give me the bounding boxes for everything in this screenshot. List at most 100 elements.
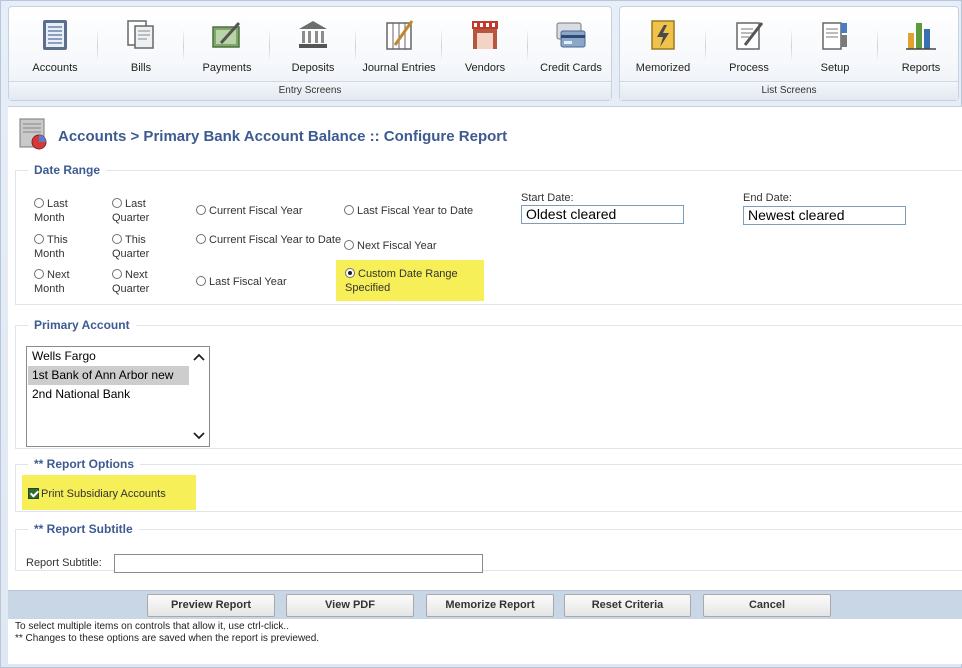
- entry-screens-toolbar: Accounts Bills Payments Deposits Journal…: [8, 6, 612, 101]
- chevron-down-icon[interactable]: [192, 428, 206, 442]
- toolbar-accounts-label: Accounts: [32, 62, 78, 74]
- process-icon: [736, 22, 764, 50]
- toolbar-bills-label: Bills: [130, 62, 152, 74]
- account-option-wells-fargo[interactable]: Wells Fargo: [28, 347, 189, 366]
- page-title: Accounts > Primary Bank Account Balance …: [58, 128, 508, 145]
- footnote-multiselect: To select multiple items on controls tha…: [15, 621, 289, 632]
- radio-button[interactable]: [344, 240, 354, 250]
- primary-account-listbox[interactable]: Wells Fargo 1st Bank of Ann Arbor new 2n…: [26, 346, 210, 447]
- toolbar-deposits-label: Deposits: [291, 62, 335, 74]
- toolbar-vendors-label: Vendors: [464, 62, 506, 74]
- toolbar-deposits-button[interactable]: Deposits: [270, 13, 356, 81]
- radio-button[interactable]: [34, 269, 44, 279]
- radio-button[interactable]: [112, 198, 122, 208]
- toolbar-setup-label: Setup: [820, 62, 850, 74]
- memorize-report-button[interactable]: Memorize Report: [426, 594, 554, 617]
- report-options-legend: ** Report Options: [28, 457, 141, 471]
- radio-button-selected[interactable]: [345, 268, 355, 278]
- chevron-up-icon[interactable]: [192, 351, 206, 365]
- view-pdf-button[interactable]: View PDF: [286, 594, 414, 617]
- start-date-input[interactable]: Oldest cleared: [521, 205, 684, 224]
- toolbar-reports-button[interactable]: Reports: [878, 13, 962, 81]
- toolbar-journal-entries-button[interactable]: Journal Entries: [356, 13, 442, 81]
- journal-icon: [386, 20, 414, 50]
- radio-label: Custom Date Range Specified: [345, 268, 458, 294]
- radio-this-month[interactable]: This Month: [34, 233, 94, 261]
- radio-custom-date-range[interactable]: Custom Date Range Specified: [345, 267, 483, 295]
- bank-icon: [299, 21, 327, 48]
- toolbar-vendors-button[interactable]: Vendors: [442, 13, 528, 81]
- radio-button[interactable]: [112, 269, 122, 279]
- report-icon: [19, 118, 47, 150]
- ledger-icon: [43, 20, 67, 50]
- list-screens-caption: List Screens: [620, 81, 958, 100]
- date-range-legend: Date Range: [28, 163, 107, 177]
- date-range-section: Date Range Last Month Last Quarter Curre…: [15, 163, 962, 305]
- radio-button[interactable]: [112, 234, 122, 244]
- primary-account-legend: Primary Account: [28, 318, 136, 332]
- print-subsidiary-label: Print Subsidiary Accounts: [41, 488, 166, 500]
- radio-button[interactable]: [196, 205, 206, 215]
- toolbar-credit-cards-label: Credit Cards: [540, 62, 602, 74]
- account-option-2nd-national-bank[interactable]: 2nd National Bank: [28, 385, 189, 404]
- radio-label: Last Fiscal Year to Date: [357, 205, 474, 217]
- radio-next-fiscal-year[interactable]: Next Fiscal Year: [344, 239, 504, 253]
- print-subsidiary-checkbox-row[interactable]: Print Subsidiary Accounts: [28, 487, 198, 501]
- toolbar-payments-label: Payments: [202, 62, 252, 74]
- button-bar: Preview Report View PDF Memorize Report …: [8, 590, 962, 619]
- radio-button[interactable]: [344, 205, 354, 215]
- radio-last-fiscal-year[interactable]: Last Fiscal Year: [196, 275, 346, 289]
- radio-button[interactable]: [196, 234, 206, 244]
- end-date-label: End Date:: [743, 192, 792, 204]
- radio-button[interactable]: [34, 198, 44, 208]
- toolbar-bills-button[interactable]: Bills: [98, 13, 184, 81]
- start-date-label: Start Date:: [521, 192, 574, 204]
- setup-icon: [822, 22, 847, 50]
- toolbar-journal-entries-label: Journal Entries: [362, 62, 436, 74]
- payments-icon: [212, 21, 241, 48]
- entry-screens-caption: Entry Screens: [9, 81, 611, 100]
- memorized-icon: [651, 20, 675, 50]
- radio-last-month[interactable]: Last Month: [34, 197, 94, 225]
- toolbar-accounts-button[interactable]: Accounts: [12, 13, 98, 81]
- radio-next-month[interactable]: Next Month: [34, 268, 94, 296]
- list-screens-toolbar: Memorized Process Setup Reports List Scr…: [619, 6, 959, 101]
- app-frame: Accounts Bills Payments Deposits Journal…: [0, 0, 962, 668]
- print-subsidiary-checkbox[interactable]: [28, 488, 39, 499]
- toolbar-setup-button[interactable]: Setup: [792, 13, 878, 81]
- report-subtitle-section: ** Report Subtitle Report Subtitle:: [15, 522, 962, 573]
- radio-current-fiscal-year-to-date[interactable]: Current Fiscal Year to Date: [196, 233, 346, 247]
- reset-criteria-button[interactable]: Reset Criteria: [564, 594, 691, 617]
- primary-account-section: Primary Account Wells Fargo 1st Bank of …: [15, 318, 962, 449]
- radio-button[interactable]: [196, 276, 206, 286]
- preview-report-button[interactable]: Preview Report: [147, 594, 275, 617]
- radio-button[interactable]: [34, 234, 44, 244]
- radio-last-quarter[interactable]: Last Quarter: [112, 197, 172, 225]
- account-option-1st-bank-of-ann-arbor[interactable]: 1st Bank of Ann Arbor new: [28, 366, 189, 385]
- toolbar-process-button[interactable]: Process: [706, 13, 792, 81]
- report-subtitle-legend: ** Report Subtitle: [28, 522, 139, 536]
- radio-next-quarter[interactable]: Next Quarter: [112, 268, 172, 296]
- cancel-button[interactable]: Cancel: [703, 594, 831, 617]
- report-options-section: ** Report Options Print Subsidiary Accou…: [15, 457, 962, 512]
- radio-label: Current Fiscal Year to Date: [209, 234, 342, 246]
- radio-this-quarter[interactable]: This Quarter: [112, 233, 172, 261]
- radio-label: Current Fiscal Year: [209, 205, 303, 217]
- storefront-icon: [472, 21, 498, 49]
- radio-last-fiscal-year-to-date[interactable]: Last Fiscal Year to Date: [344, 204, 504, 218]
- toolbar-credit-cards-button[interactable]: Credit Cards: [528, 13, 614, 81]
- toolbar-payments-button[interactable]: Payments: [184, 13, 270, 81]
- report-subtitle-label: Report Subtitle:: [26, 557, 102, 569]
- toolbar-reports-label: Reports: [901, 62, 941, 74]
- radio-label: Next Fiscal Year: [357, 240, 437, 252]
- credit-card-icon: [556, 22, 586, 48]
- toolbar-memorized-button[interactable]: Memorized: [620, 13, 706, 81]
- bills-icon: [127, 20, 154, 49]
- end-date-input[interactable]: Newest cleared: [743, 206, 906, 225]
- report-subtitle-input[interactable]: [114, 554, 483, 573]
- toolbar-memorized-label: Memorized: [635, 62, 691, 74]
- radio-current-fiscal-year[interactable]: Current Fiscal Year: [196, 204, 346, 218]
- footnote-saved-options: ** Changes to these options are saved wh…: [15, 633, 320, 644]
- toolbar-process-label: Process: [729, 62, 769, 74]
- bar-chart-icon: [906, 23, 936, 50]
